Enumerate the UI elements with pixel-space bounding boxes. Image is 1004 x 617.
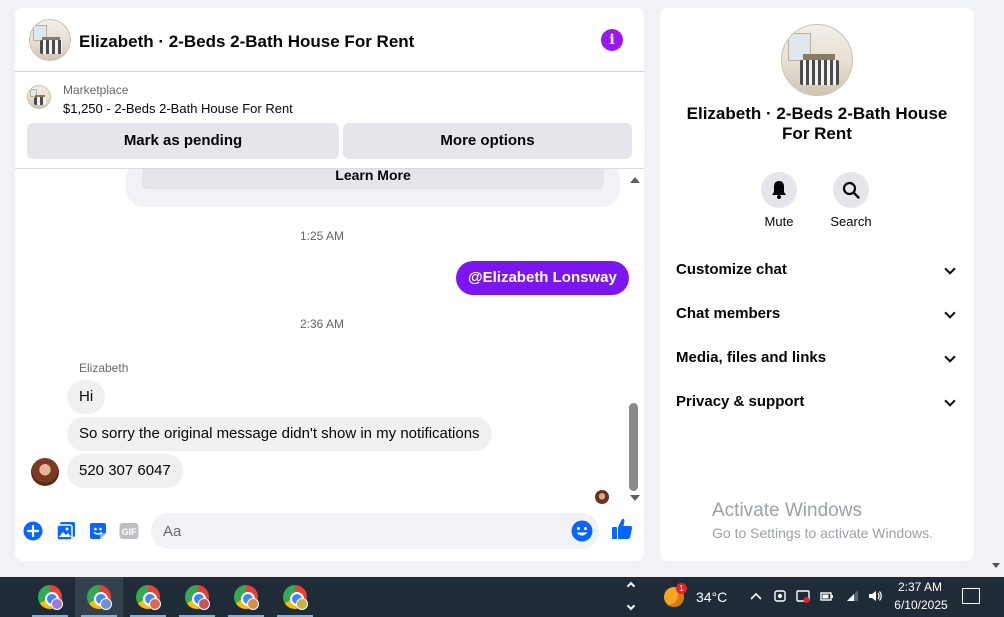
search-icon — [842, 181, 860, 199]
chevron-down-icon — [944, 263, 956, 275]
marketplace-bar: Marketplace $1,250 - 2-Beds 2-Bath House… — [15, 73, 644, 169]
sender-name: Elizabeth — [79, 361, 129, 375]
listing-avatar[interactable] — [29, 19, 71, 61]
section-privacy-support[interactable]: Privacy & support — [676, 387, 960, 417]
section-label: Privacy & support — [676, 393, 805, 410]
meet-now-icon[interactable] — [772, 588, 788, 604]
weather-badge: 1 — [676, 583, 687, 594]
section-customize-chat[interactable]: Customize chat — [676, 255, 960, 285]
show-hidden-icons-chevron-up-icon[interactable] — [748, 588, 764, 604]
incoming-message[interactable]: Hi — [67, 380, 106, 414]
thumbs-up-icon[interactable] — [611, 517, 633, 541]
chrome-icon — [136, 585, 161, 610]
section-label: Media, files and links — [676, 349, 827, 366]
mute-label: Mute — [764, 214, 794, 229]
bell-icon — [772, 181, 786, 199]
section-label: Chat members — [676, 305, 781, 322]
marketplace-label: Marketplace — [63, 83, 129, 97]
volume-icon[interactable] — [867, 588, 883, 604]
info-title: Elizabeth · 2-Beds 2-Bath House For Rent — [686, 104, 948, 143]
timestamp: 2:36 AM — [299, 317, 345, 331]
taskbar-chrome-2[interactable] — [75, 577, 123, 617]
wifi-icon[interactable] — [845, 588, 861, 604]
plus-icon[interactable] — [23, 521, 43, 541]
sender-avatar[interactable] — [31, 458, 59, 486]
section-media-files-links[interactable]: Media, files and links — [676, 343, 960, 373]
taskbar-chrome-4[interactable] — [173, 577, 221, 617]
chrome-icon — [283, 585, 308, 610]
chrome-icon — [185, 585, 210, 610]
outgoing-message[interactable]: @Elizabeth Lonsway — [456, 261, 629, 295]
incoming-message[interactable]: So sorry the original message didn't sho… — [67, 417, 492, 451]
info-icon[interactable]: i — [601, 29, 623, 51]
emoji-icon[interactable] — [571, 520, 593, 542]
info-avatar[interactable] — [781, 24, 853, 96]
photo-icon[interactable] — [56, 521, 76, 541]
scroll-thumb[interactable] — [629, 403, 638, 491]
section-label: Customize chat — [676, 261, 787, 278]
chat-title[interactable]: Elizabeth · 2-Beds 2-Bath House For Rent — [79, 32, 414, 52]
message-input-box[interactable] — [151, 513, 599, 549]
more-options-button[interactable]: More options — [343, 123, 632, 159]
search-button[interactable] — [833, 172, 869, 208]
conversation-info-panel: Elizabeth · 2-Beds 2-Bath House For Rent… — [660, 8, 974, 561]
message-input[interactable] — [163, 513, 563, 549]
timestamp: 1:25 AM — [299, 229, 345, 243]
scroll-up-arrow-icon[interactable] — [630, 177, 640, 183]
taskbar-chrome-5[interactable] — [222, 577, 270, 617]
incoming-message[interactable]: 520 307 6047 — [67, 454, 183, 488]
chevron-down-icon — [944, 351, 956, 363]
mark-as-pending-button[interactable]: Mark as pending — [27, 123, 339, 159]
mute-button[interactable] — [761, 172, 797, 208]
taskbar-chrome-1[interactable] — [26, 577, 74, 617]
activate-windows-title: Activate Windows — [712, 500, 862, 521]
activate-windows-subtitle: Go to Settings to activate Windows. — [712, 525, 933, 541]
listing-text[interactable]: $1,250 - 2-Beds 2-Bath House For Rent — [63, 101, 293, 116]
windows-taskbar: 1 34°C 2:37 AM 6/10/2025 — [0, 577, 1004, 617]
clock-date[interactable]: 6/10/2025 — [890, 598, 952, 612]
taskbar-chrome-3[interactable] — [124, 577, 172, 617]
chevron-down-icon — [944, 307, 956, 319]
taskbar-chrome-6[interactable] — [271, 577, 319, 617]
chevron-down-icon — [944, 395, 956, 407]
chrome-icon — [38, 585, 63, 610]
notification-center-icon[interactable] — [962, 588, 980, 604]
learn-more-button[interactable]: Learn More — [142, 169, 604, 189]
listing-card: Learn More — [126, 169, 620, 207]
chevron-down-icon[interactable] — [626, 601, 636, 611]
gif-icon[interactable]: GIF — [119, 521, 139, 541]
message-list: Learn More 1:25 AM @Elizabeth Lonsway 2:… — [15, 169, 644, 509]
clock-time[interactable]: 2:37 AM — [896, 580, 944, 594]
page-scroll-down-arrow-icon[interactable] — [992, 563, 1000, 568]
battery-icon[interactable] — [819, 588, 835, 604]
scroll-down-arrow-icon[interactable] — [630, 495, 640, 501]
taskbar-overflow-arrows[interactable] — [624, 577, 640, 617]
chrome-icon — [87, 585, 112, 610]
sticker-icon[interactable] — [88, 521, 108, 541]
system-tray: 1 34°C 2:37 AM 6/10/2025 — [640, 577, 1004, 617]
listing-thumbnail[interactable] — [27, 85, 51, 109]
chrome-icon — [234, 585, 259, 610]
chat-header: Elizabeth · 2-Beds 2-Bath House For Rent… — [15, 8, 644, 72]
composer: GIF — [15, 509, 644, 561]
temperature[interactable]: 34°C — [696, 589, 727, 605]
chevron-up-icon[interactable] — [626, 581, 636, 591]
seen-indicator-avatar — [595, 490, 609, 504]
message-scrollbar[interactable] — [627, 169, 643, 509]
svg-text:GIF: GIF — [122, 527, 138, 537]
app-tray-icon[interactable] — [795, 588, 811, 604]
section-chat-members[interactable]: Chat members — [676, 299, 960, 329]
search-label: Search — [830, 214, 872, 229]
chat-panel: Elizabeth · 2-Beds 2-Bath House For Rent… — [15, 8, 644, 561]
